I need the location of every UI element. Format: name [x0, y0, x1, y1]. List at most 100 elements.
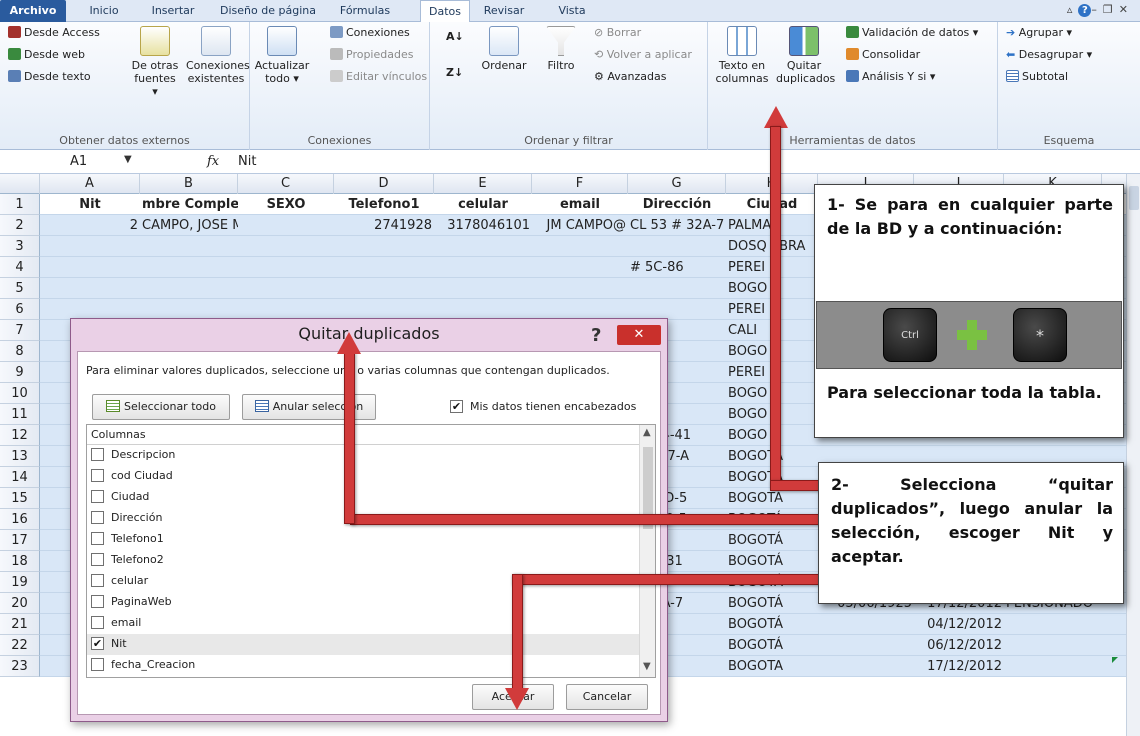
- row-header[interactable]: 11: [0, 404, 40, 425]
- column-option-checkbox[interactable]: [91, 616, 104, 629]
- cell[interactable]: [238, 299, 334, 320]
- cell[interactable]: Telefono1: [334, 194, 434, 215]
- column-header-g[interactable]: G: [628, 174, 726, 194]
- column-option-checkbox[interactable]: [91, 469, 104, 482]
- column-option-nit[interactable]: ✔ Nit: [87, 634, 639, 655]
- cell[interactable]: [334, 236, 434, 257]
- cell[interactable]: [818, 635, 914, 656]
- cell[interactable]: [238, 236, 334, 257]
- desagrupar-button[interactable]: ⬅ Desagrupar ▾: [1006, 48, 1092, 61]
- row-header[interactable]: 10: [0, 383, 40, 404]
- column-option-descripcion[interactable]: Descripcion: [87, 445, 639, 466]
- column-option-checkbox[interactable]: [91, 448, 104, 461]
- cell[interactable]: [40, 236, 140, 257]
- unselect-all-button[interactable]: Anular selección: [242, 394, 376, 420]
- scroll-down-icon[interactable]: ▼: [643, 661, 651, 672]
- row-header[interactable]: 23: [0, 656, 40, 677]
- volver-aplicar-button[interactable]: ⟲ Volver a aplicar: [594, 48, 692, 61]
- cell[interactable]: [1004, 635, 1102, 656]
- row-header[interactable]: 15: [0, 488, 40, 509]
- cell[interactable]: BOGOTÁ: [726, 530, 818, 551]
- tab-diseno-pagina[interactable]: Diseño de página: [218, 0, 318, 22]
- conexiones-existentes-button[interactable]: Conexiones existentes: [186, 26, 250, 85]
- dialog-close-button[interactable]: ✕: [617, 325, 661, 345]
- cell[interactable]: [818, 656, 914, 677]
- cell[interactable]: [334, 278, 434, 299]
- column-option-checkbox[interactable]: [91, 574, 104, 587]
- cell[interactable]: # 5C-86: [628, 257, 726, 278]
- avanzadas-button[interactable]: ⚙ Avanzadas: [594, 70, 666, 83]
- texto-en-columnas-button[interactable]: Texto en columnas: [714, 26, 770, 85]
- column-option-fecha-creacion[interactable]: fecha_Creacion: [87, 655, 639, 676]
- cell[interactable]: Nit: [40, 194, 140, 215]
- cell[interactable]: 04/12/2012: [914, 614, 1004, 635]
- validacion-datos-button[interactable]: Validación de datos ▾: [846, 26, 978, 39]
- column-option-fecha-nacimiento[interactable]: fecha_Nacimiento: [87, 676, 639, 677]
- cell[interactable]: [238, 215, 334, 236]
- row-header[interactable]: 2: [0, 215, 40, 236]
- minimize-icon[interactable]: –: [1091, 3, 1103, 16]
- cell[interactable]: CAMPO, JOSE M: [140, 215, 238, 236]
- cell[interactable]: 17/12/2012: [914, 656, 1004, 677]
- cell[interactable]: [818, 614, 914, 635]
- cell[interactable]: BOGOTÁ: [726, 551, 818, 572]
- row-header[interactable]: 21: [0, 614, 40, 635]
- column-option-checkbox[interactable]: [91, 553, 104, 566]
- name-box[interactable]: A1: [70, 150, 87, 174]
- row-header[interactable]: 8: [0, 341, 40, 362]
- select-all-button[interactable]: Seleccionar todo: [92, 394, 230, 420]
- sort-za-icon[interactable]: Z↓: [446, 66, 463, 79]
- cell[interactable]: [334, 299, 434, 320]
- row-header[interactable]: 3: [0, 236, 40, 257]
- column-header-b[interactable]: B: [140, 174, 238, 194]
- quitar-duplicados-button[interactable]: Quitar duplicados: [776, 26, 835, 85]
- column-option-ciudad[interactable]: Ciudad: [87, 487, 639, 508]
- cell[interactable]: JM CAMPO@: [532, 215, 628, 236]
- row-header[interactable]: 16: [0, 509, 40, 530]
- cell[interactable]: BOGOTA: [726, 656, 818, 677]
- column-header-e[interactable]: E: [434, 174, 532, 194]
- cell[interactable]: [140, 299, 238, 320]
- scroll-up-icon[interactable]: ▲: [643, 427, 651, 438]
- dialog-help-icon[interactable]: ?: [591, 325, 601, 346]
- row-header[interactable]: 1: [0, 194, 40, 215]
- row-header[interactable]: 7: [0, 320, 40, 341]
- cell[interactable]: [140, 257, 238, 278]
- cell[interactable]: [434, 236, 532, 257]
- tab-inicio[interactable]: Inicio: [80, 0, 128, 22]
- cell[interactable]: BOGOTÁ: [726, 488, 818, 509]
- cell[interactable]: [434, 257, 532, 278]
- row-header[interactable]: 4: [0, 257, 40, 278]
- row-header[interactable]: 20: [0, 593, 40, 614]
- row-header[interactable]: 17: [0, 530, 40, 551]
- cell[interactable]: [532, 278, 628, 299]
- row-header[interactable]: 19: [0, 572, 40, 593]
- cell[interactable]: CL 53 # 32A-7: [628, 215, 726, 236]
- cell[interactable]: Dirección: [628, 194, 726, 215]
- column-header-f[interactable]: F: [532, 174, 628, 194]
- cell[interactable]: [238, 257, 334, 278]
- desde-texto-button[interactable]: Desde texto: [8, 70, 91, 83]
- cell[interactable]: [334, 257, 434, 278]
- filtro-button[interactable]: Filtro: [538, 26, 584, 72]
- cell[interactable]: celular: [434, 194, 532, 215]
- close-icon[interactable]: ✕: [1119, 3, 1134, 16]
- column-header-c[interactable]: C: [238, 174, 334, 194]
- row-header[interactable]: 13: [0, 446, 40, 467]
- ribbon-minimize-icon[interactable]: ▵: [1067, 3, 1079, 16]
- fx-icon[interactable]: fx: [207, 150, 219, 174]
- cell[interactable]: [1004, 656, 1102, 677]
- propiedades-button[interactable]: Propiedades: [330, 48, 413, 61]
- cell[interactable]: BOGOTÁ: [726, 635, 818, 656]
- cell[interactable]: BOGOTÁ: [726, 614, 818, 635]
- cell[interactable]: [532, 257, 628, 278]
- tab-vista[interactable]: Vista: [550, 0, 594, 22]
- cancel-button[interactable]: Cancelar: [566, 684, 648, 710]
- tab-formulas[interactable]: Fórmulas: [330, 0, 400, 22]
- formula-input[interactable]: Nit: [238, 150, 256, 174]
- tab-revisar[interactable]: Revisar: [476, 0, 532, 22]
- restore-icon[interactable]: ❐: [1103, 3, 1119, 16]
- cell[interactable]: [140, 278, 238, 299]
- cell[interactable]: 2741928: [334, 215, 434, 236]
- otras-fuentes-button[interactable]: De otras fuentes ▾: [130, 26, 180, 98]
